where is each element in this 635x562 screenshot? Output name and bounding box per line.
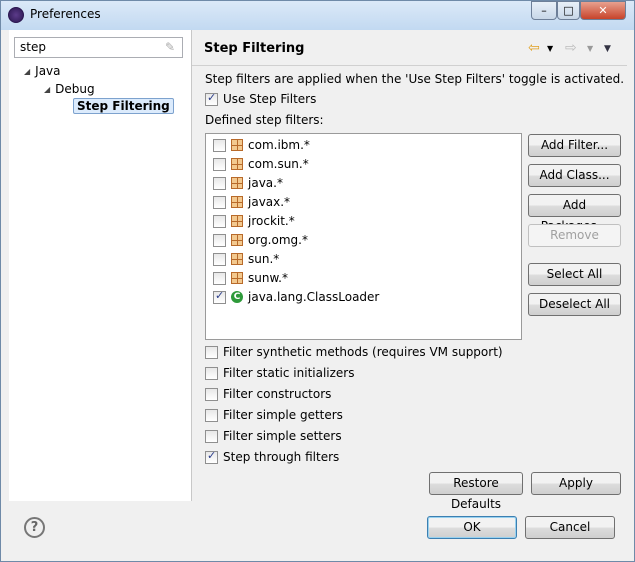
select-all-button[interactable]: Select All xyxy=(528,263,621,286)
add-class-button[interactable]: Add Class... xyxy=(528,164,621,187)
filter-label: jrockit.* xyxy=(248,214,295,228)
tree-item-step-filtering[interactable]: Step Filtering xyxy=(73,98,174,114)
filter-search-input[interactable]: step xyxy=(14,37,183,58)
expanded-icon: ◢ xyxy=(44,84,51,94)
cancel-button[interactable]: Cancel xyxy=(525,516,615,539)
tree-item-debug[interactable]: ◢ Debug xyxy=(44,82,95,96)
package-icon xyxy=(231,253,243,265)
checkbox[interactable] xyxy=(213,195,226,209)
tree-label: Java xyxy=(35,64,61,78)
help-icon[interactable]: ? xyxy=(24,517,45,538)
checkbox[interactable] xyxy=(213,252,226,266)
filter-item[interactable]: Cjava.lang.ClassLoader xyxy=(213,289,380,304)
description: Step filters are applied when the 'Use S… xyxy=(205,72,625,86)
filter-item[interactable]: org.omg.* xyxy=(213,233,308,247)
add-filter-button[interactable]: Add Filter... xyxy=(528,134,621,157)
filter-label: com.sun.* xyxy=(248,157,309,171)
package-icon xyxy=(231,234,243,246)
filter-item[interactable]: javax.* xyxy=(213,195,290,209)
option-checkbox[interactable]: Filter constructors xyxy=(205,387,331,401)
add-packages-button[interactable]: Add Packages... xyxy=(528,194,621,233)
checkbox-label: Step through filters xyxy=(223,450,340,464)
filter-label: org.omg.* xyxy=(248,233,308,247)
option-checkbox[interactable]: Step through filters xyxy=(205,449,340,464)
checkbox-label: Filter simple getters xyxy=(223,408,343,422)
checkbox[interactable] xyxy=(205,408,218,422)
checkbox[interactable] xyxy=(213,214,226,228)
package-icon xyxy=(231,215,243,227)
maximize-button[interactable]: □ xyxy=(557,1,580,20)
clear-search-icon[interactable]: ✎ xyxy=(165,40,175,54)
close-button[interactable]: ✕ xyxy=(580,1,626,20)
ok-button[interactable]: OK xyxy=(427,516,517,539)
minimize-button[interactable]: – xyxy=(531,1,557,20)
checkbox[interactable] xyxy=(205,387,218,401)
back-arrow-icon[interactable]: ⇦ xyxy=(528,40,540,56)
class-icon: C xyxy=(231,291,243,303)
tree-item-java[interactable]: ◢ Java xyxy=(24,64,61,78)
checkbox-label: Filter simple setters xyxy=(223,429,342,443)
option-checkbox[interactable]: Filter static initializers xyxy=(205,366,355,380)
deselect-all-button[interactable]: Deselect All xyxy=(528,293,621,316)
checkbox[interactable] xyxy=(205,449,218,464)
option-checkbox[interactable]: Filter simple getters xyxy=(205,408,343,422)
apply-button[interactable]: Apply xyxy=(531,472,621,495)
filter-label: java.lang.ClassLoader xyxy=(248,290,380,304)
remove-button[interactable]: Remove xyxy=(528,224,621,247)
checkbox[interactable] xyxy=(213,138,226,152)
forward-menu-icon[interactable]: ▼ xyxy=(587,44,593,53)
step-filters-list[interactable]: com.ibm.* com.sun.* java.* javax.* jrockit.*… xyxy=(205,133,522,340)
checkbox[interactable] xyxy=(213,233,226,247)
window-title: Preferences xyxy=(30,7,101,21)
restore-defaults-button[interactable]: Restore Defaults xyxy=(429,472,523,511)
filter-item[interactable]: sunw.* xyxy=(213,271,288,285)
back-menu-icon[interactable]: ▼ xyxy=(547,44,553,53)
package-icon xyxy=(231,139,243,151)
option-checkbox[interactable]: Filter synthetic methods (requires VM su… xyxy=(205,345,503,359)
forward-arrow-icon[interactable]: ⇨ xyxy=(565,40,577,56)
checkbox[interactable] xyxy=(205,91,218,106)
filter-label: java.* xyxy=(248,176,283,190)
checkbox[interactable] xyxy=(205,345,218,359)
eclipse-icon xyxy=(8,7,24,23)
defined-filters-label: Defined step filters: xyxy=(205,113,324,127)
checkbox-label: Filter constructors xyxy=(223,387,332,401)
checkbox[interactable] xyxy=(205,366,218,380)
expanded-icon: ◢ xyxy=(24,66,31,76)
filter-item[interactable]: sun.* xyxy=(213,252,279,266)
filter-label: sunw.* xyxy=(248,271,288,285)
view-menu-icon[interactable]: ▼ xyxy=(604,44,611,54)
package-icon xyxy=(231,158,243,170)
option-checkbox[interactable]: Filter simple setters xyxy=(205,429,342,443)
use-step-filters-checkbox[interactable]: Use Step Filters xyxy=(205,91,317,106)
filter-item[interactable]: com.ibm.* xyxy=(213,138,310,152)
checkbox[interactable] xyxy=(213,289,226,304)
tree-label: Debug xyxy=(55,82,95,96)
filter-label: javax.* xyxy=(248,195,291,209)
filter-label: com.ibm.* xyxy=(248,138,310,152)
checkbox[interactable] xyxy=(213,176,226,190)
filter-item[interactable]: java.* xyxy=(213,176,283,190)
filter-label: sun.* xyxy=(248,252,280,266)
checkbox[interactable] xyxy=(213,157,226,171)
filter-item[interactable]: jrockit.* xyxy=(213,214,295,228)
checkbox-label: Use Step Filters xyxy=(223,92,317,106)
page-title: Step Filtering xyxy=(204,41,305,56)
checkbox[interactable] xyxy=(213,271,226,285)
package-icon xyxy=(231,177,243,189)
package-icon xyxy=(231,196,243,208)
package-icon xyxy=(231,272,243,284)
checkbox[interactable] xyxy=(205,429,218,443)
header-separator xyxy=(192,65,627,66)
filter-item[interactable]: com.sun.* xyxy=(213,157,309,171)
checkbox-label: Filter static initializers xyxy=(223,366,355,380)
checkbox-label: Filter synthetic methods (requires VM su… xyxy=(223,345,503,359)
